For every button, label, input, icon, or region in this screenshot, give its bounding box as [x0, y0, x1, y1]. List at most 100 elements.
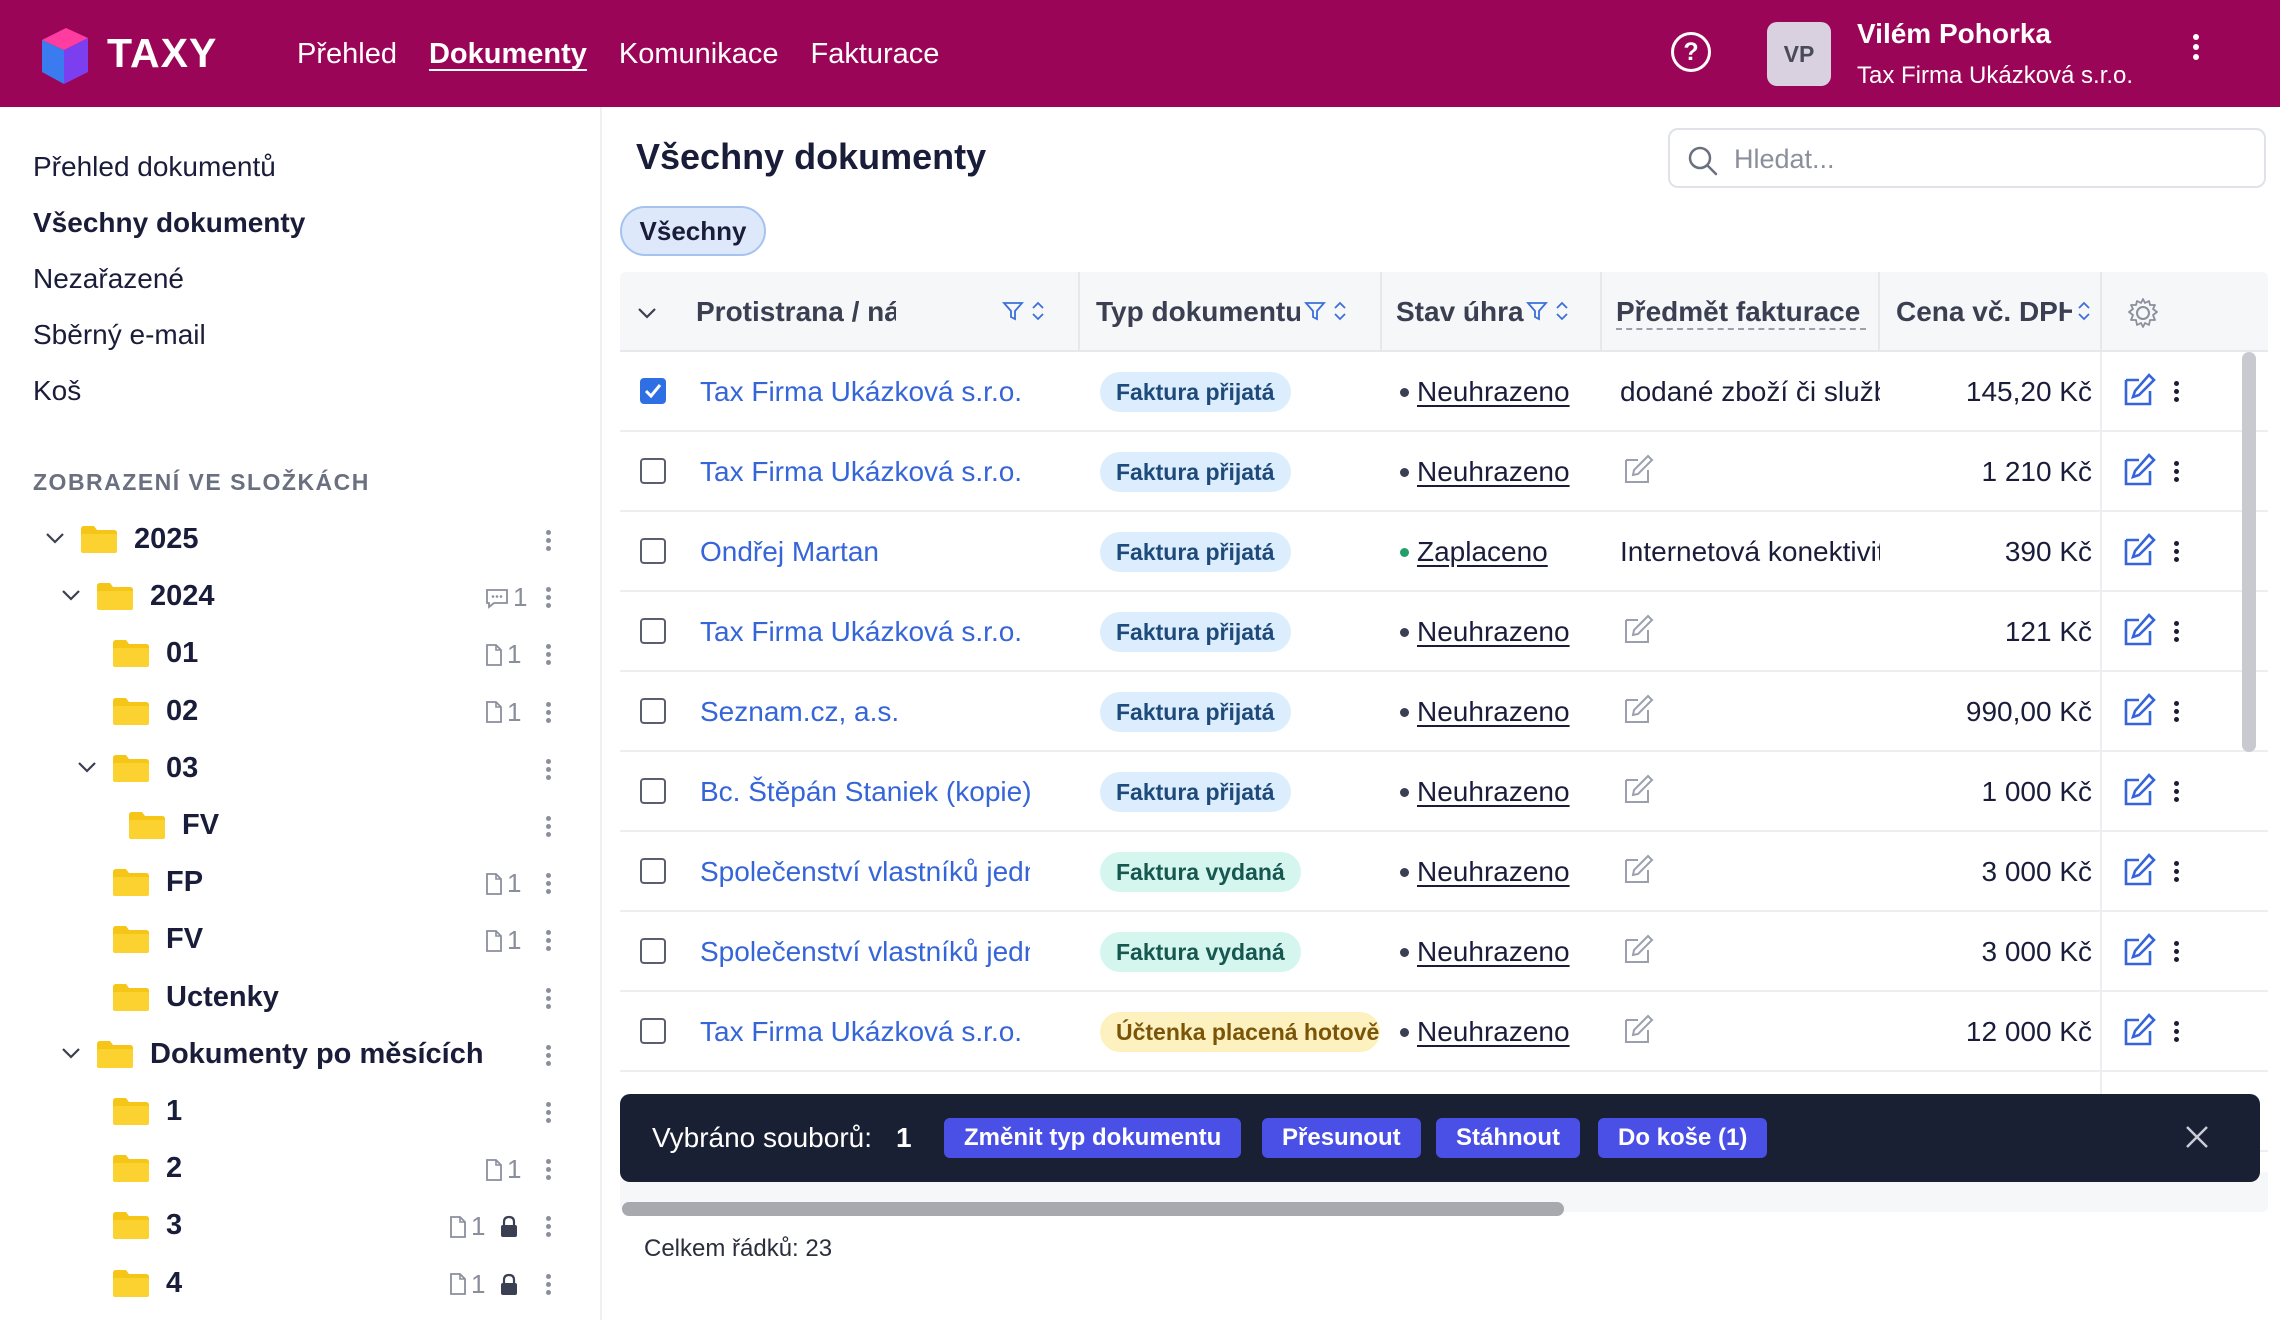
close-icon[interactable] — [2180, 1120, 2214, 1154]
help-icon[interactable]: ? — [1671, 32, 1711, 72]
folder-row[interactable]: 41 — [0, 1259, 600, 1309]
table-row[interactable]: Tax Firma Ukázková s.r.o. Faktura přijatá… — [620, 352, 2268, 432]
change-doc-type-button[interactable]: Změnit typ dokumentu — [944, 1118, 1242, 1158]
row-checkbox[interactable] — [640, 538, 666, 564]
edit-subject-icon[interactable] — [1622, 852, 1656, 886]
edit-subject-icon[interactable] — [1622, 1012, 1656, 1046]
nav-komunikace[interactable]: Komunikace — [619, 38, 779, 71]
folder-more-icon[interactable] — [544, 927, 552, 955]
payment-status[interactable]: Neuhrazeno — [1400, 1016, 1570, 1048]
row-checkbox[interactable] — [640, 458, 666, 484]
folder-more-icon[interactable] — [544, 813, 552, 841]
col-type-controls[interactable] — [1304, 300, 1348, 322]
row-more-icon[interactable] — [2172, 1018, 2180, 1046]
row-checkbox[interactable] — [640, 1018, 666, 1044]
edit-subject-icon[interactable] — [1622, 692, 1656, 726]
header-more-icon[interactable] — [2186, 30, 2206, 74]
folder-more-icon[interactable] — [544, 756, 552, 784]
col-type[interactable]: Typ dokumentu — [1096, 296, 1300, 328]
counterparty-link[interactable]: Bc. Štěpán Staniek (kopie) — [700, 776, 1030, 808]
counterparty-link[interactable]: Tax Firma Ukázková s.r.o. — [700, 376, 1030, 408]
payment-status[interactable]: Neuhrazeno — [1400, 456, 1570, 488]
sort-icon[interactable] — [2076, 300, 2092, 322]
payment-status[interactable]: Neuhrazeno — [1400, 376, 1570, 408]
table-row[interactable]: Tax Firma Ukázková s.r.o. Faktura přijatá… — [620, 592, 2268, 672]
counterparty-link[interactable]: Tax Firma Ukázková s.r.o. — [700, 456, 1030, 488]
chevron-down-icon[interactable] — [44, 527, 66, 549]
counterparty-link[interactable]: Společenství vlastníků jednotek — [700, 856, 1030, 888]
folder-row[interactable]: 2025 — [0, 515, 600, 565]
select-all-chevron-icon[interactable] — [636, 302, 658, 324]
col-party-controls[interactable] — [1002, 300, 1046, 322]
counterparty-link[interactable]: Tax Firma Ukázková s.r.o. — [700, 616, 1030, 648]
nav-dokumenty[interactable]: Dokumenty — [429, 38, 587, 71]
col-price-controls[interactable] — [2076, 300, 2092, 322]
chevron-down-icon[interactable] — [76, 756, 98, 778]
folder-row[interactable]: FV — [0, 801, 600, 851]
sidebar-link-4[interactable]: Koš — [33, 375, 81, 407]
payment-status[interactable]: Zaplaceno — [1400, 536, 1548, 568]
payment-status[interactable]: Neuhrazeno — [1400, 776, 1570, 808]
table-row[interactable]: Ondřej Martan Faktura přijatá Zaplaceno Int… — [620, 512, 2268, 592]
filter-icon[interactable] — [1002, 300, 1024, 322]
counterparty-link[interactable]: Tax Firma Ukázková s.r.o. — [700, 1016, 1030, 1048]
col-party[interactable]: Protistrana / název — [696, 296, 896, 328]
search-box[interactable] — [1668, 128, 2266, 188]
vertical-scrollbar[interactable] — [2242, 352, 2256, 752]
folder-row[interactable]: FV 1 — [0, 915, 600, 965]
col-status-controls[interactable] — [1526, 300, 1570, 322]
sidebar-link-3[interactable]: Sběrný e-mail — [33, 319, 206, 351]
user-name[interactable]: Vilém Pohorka — [1857, 18, 2051, 50]
nav-prehled[interactable]: Přehled — [297, 38, 397, 71]
folder-more-icon[interactable] — [544, 699, 552, 727]
download-button[interactable]: Stáhnout — [1436, 1118, 1580, 1158]
chevron-down-icon[interactable] — [60, 584, 82, 606]
row-more-icon[interactable] — [2172, 378, 2180, 406]
edit-icon[interactable] — [2122, 852, 2158, 888]
sort-icon[interactable] — [1332, 300, 1348, 322]
sidebar-link-0[interactable]: Přehled dokumentů — [33, 151, 276, 183]
sidebar-link-1[interactable]: Všechny dokumenty — [33, 207, 305, 239]
folder-more-icon[interactable] — [544, 584, 552, 612]
folder-more-icon[interactable] — [544, 1213, 552, 1241]
folder-more-icon[interactable] — [544, 1156, 552, 1184]
edit-subject-icon[interactable] — [1622, 612, 1656, 646]
edit-icon[interactable] — [2122, 1012, 2158, 1048]
sidebar-link-2[interactable]: Nezařazené — [33, 263, 184, 295]
taxy-logo-icon[interactable] — [38, 20, 94, 88]
edit-icon[interactable] — [2122, 372, 2158, 408]
row-checkbox[interactable] — [640, 778, 666, 804]
folder-row[interactable]: 2024 1 — [0, 572, 600, 622]
folder-row[interactable]: 02 1 — [0, 687, 600, 737]
table-row[interactable]: Společenství vlastníků jednotek Faktura v… — [620, 832, 2268, 912]
avatar[interactable]: VP — [1767, 22, 1831, 86]
chevron-down-icon[interactable] — [60, 1042, 82, 1064]
column-settings-gear-icon[interactable] — [2126, 296, 2160, 330]
edit-icon[interactable] — [2122, 932, 2158, 968]
folder-row[interactable]: FP 1 — [0, 858, 600, 908]
move-to-trash-button[interactable]: Do koše (1) — [1598, 1118, 1768, 1158]
edit-icon[interactable] — [2122, 452, 2158, 488]
folder-more-icon[interactable] — [544, 1099, 552, 1127]
folder-more-icon[interactable] — [544, 1271, 552, 1299]
filter-chip-all[interactable]: Všechny — [620, 206, 766, 256]
sort-icon[interactable] — [1554, 300, 1570, 322]
row-more-icon[interactable] — [2172, 938, 2180, 966]
payment-status[interactable]: Neuhrazeno — [1400, 696, 1570, 728]
nav-fakturace[interactable]: Fakturace — [810, 38, 939, 71]
folder-row[interactable]: 03 — [0, 744, 600, 794]
table-row[interactable]: Bc. Štěpán Staniek (kopie) Faktura přijat… — [620, 752, 2268, 832]
row-checkbox[interactable] — [640, 698, 666, 724]
folder-more-icon[interactable] — [544, 985, 552, 1013]
folder-row[interactable]: 1 — [0, 1087, 600, 1137]
row-checkbox[interactable] — [640, 858, 666, 884]
edit-subject-icon[interactable] — [1622, 452, 1656, 486]
counterparty-link[interactable]: Společenství vlastníků jednotek — [700, 936, 1030, 968]
edit-icon[interactable] — [2122, 532, 2158, 568]
row-more-icon[interactable] — [2172, 458, 2180, 486]
filter-icon[interactable] — [1304, 300, 1326, 322]
folder-row[interactable]: Uctenky — [0, 973, 600, 1023]
payment-status[interactable]: Neuhrazeno — [1400, 936, 1570, 968]
col-price[interactable]: Cena vč. DPH — [1896, 296, 2072, 328]
filter-icon[interactable] — [1526, 300, 1548, 322]
